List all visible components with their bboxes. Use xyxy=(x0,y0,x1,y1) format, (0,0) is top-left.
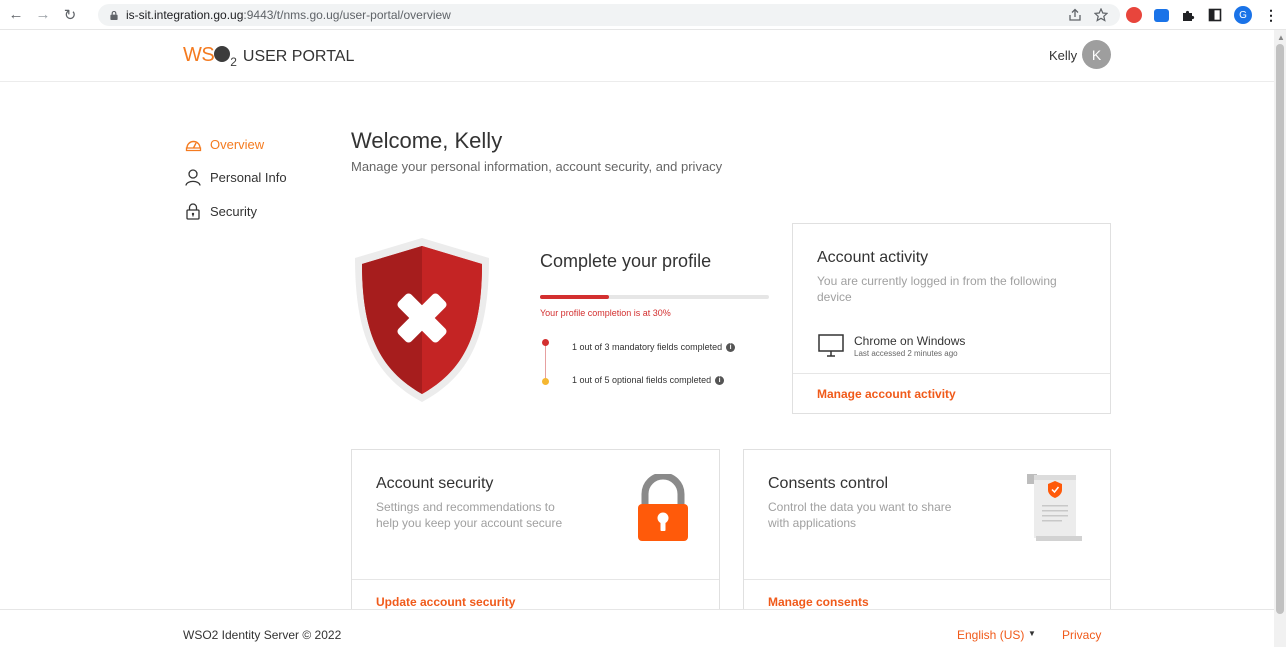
lock-icon xyxy=(110,10,118,20)
profile-completion-text: Your profile completion is at 30% xyxy=(540,308,671,318)
scroll-thumb[interactable] xyxy=(1276,44,1284,614)
share-icon[interactable] xyxy=(1068,8,1082,22)
user-avatar[interactable]: K xyxy=(1082,40,1111,69)
sidebar-item-label: Overview xyxy=(210,136,265,152)
shield-error-icon xyxy=(355,238,489,402)
profile-title: Complete your profile xyxy=(540,251,712,271)
app-title: USER PORTAL xyxy=(242,48,355,65)
update-account-security-link[interactable]: Update account security xyxy=(376,595,515,609)
padlock-icon xyxy=(638,474,688,541)
optional-fields-status: 1 out of 5 optional fields completed i xyxy=(572,375,725,385)
logo-wso: WS xyxy=(183,44,215,66)
app-header: WS 2 USER PORTAL Kelly K xyxy=(0,30,1274,82)
device-name: Chrome on Windows xyxy=(854,334,966,348)
account-activity-card: Account activity You are currently logge… xyxy=(792,223,1111,414)
card-divider xyxy=(352,579,719,580)
bookmark-star-icon[interactable] xyxy=(1094,8,1108,22)
caret-down-icon[interactable]: ▼ xyxy=(1028,629,1036,638)
account-security-card: Account security Settings and recommenda… xyxy=(351,449,720,619)
profile-progress-bar xyxy=(540,295,769,299)
profile-avatar[interactable]: G xyxy=(1234,6,1252,24)
last-accessed: Last accessed 2 minutes ago xyxy=(854,349,958,358)
lock-icon xyxy=(184,202,202,220)
card-description: Control the data you want to share with … xyxy=(768,500,952,530)
card-title: Consents control xyxy=(768,475,889,492)
browser-menu-icon[interactable]: ⋮ xyxy=(1264,7,1278,24)
info-icon[interactable]: i xyxy=(726,342,736,352)
card-divider xyxy=(744,579,1110,580)
mandatory-fields-status: 1 out of 3 mandatory fields completed i xyxy=(572,342,736,352)
card-title: Account activity xyxy=(817,249,929,266)
logo-sub: 2 xyxy=(230,55,237,69)
user-name[interactable]: Kelly xyxy=(1049,48,1077,63)
extensions-puzzle-icon[interactable] xyxy=(1181,8,1196,23)
card-divider xyxy=(793,373,1110,374)
card-title: Account security xyxy=(376,475,494,492)
card-description: Settings and recommendations to help you… xyxy=(376,500,563,530)
scroll-up-icon[interactable]: ▲ xyxy=(1277,33,1285,42)
card-description: You are currently logged in from the fol… xyxy=(817,274,1057,304)
manage-account-activity-link[interactable]: Manage account activity xyxy=(817,387,956,401)
info-icon[interactable]: i xyxy=(715,375,725,385)
desktop-icon xyxy=(818,334,844,357)
extension-blue-icon[interactable] xyxy=(1154,8,1169,22)
browser-toolbar: ← → ↻ is-sit.integration.go.ug:9443/t/nm… xyxy=(0,0,1286,30)
url-host: is-sit.integration.go.ug xyxy=(126,8,244,22)
reload-icon[interactable]: ↻ xyxy=(59,4,81,26)
sidebar-item-security[interactable]: Security xyxy=(184,202,257,220)
page-subtitle: Manage your personal information, accoun… xyxy=(351,159,723,174)
sidebar-item-label: Personal Info xyxy=(210,169,287,185)
optional-fields-text: 1 out of 5 optional fields completed xyxy=(572,375,712,385)
step-connector xyxy=(545,345,546,379)
sidebar-item-overview[interactable]: Overview xyxy=(184,135,264,153)
profile-progress-fill xyxy=(540,295,609,299)
footer-copyright: WSO2 Identity Server © 2022 xyxy=(183,628,342,642)
page-footer: WSO2 Identity Server © 2022 English (US)… xyxy=(0,609,1274,647)
person-icon xyxy=(184,168,202,186)
language-selector[interactable]: English (US) xyxy=(957,628,1024,642)
page-title: Welcome, Kelly xyxy=(351,128,503,153)
logo-o-icon xyxy=(214,46,231,62)
wso2-logo[interactable]: WS 2 USER PORTAL xyxy=(183,44,355,69)
back-icon[interactable]: ← xyxy=(5,4,27,26)
dashboard-icon xyxy=(184,135,202,153)
privacy-link[interactable]: Privacy xyxy=(1062,628,1101,642)
sidebar-item-label: Security xyxy=(210,203,257,219)
consent-document-icon xyxy=(1027,474,1082,541)
mandatory-fields-text: 1 out of 3 mandatory fields completed xyxy=(572,342,723,352)
sidebar-item-personal-info[interactable]: Personal Info xyxy=(184,168,287,186)
manage-consents-link[interactable]: Manage consents xyxy=(768,595,869,609)
page-scrollbar[interactable]: ▲ xyxy=(1274,30,1286,647)
side-panel-icon[interactable] xyxy=(1208,8,1222,22)
mandatory-dot xyxy=(542,339,549,346)
forward-icon[interactable]: → xyxy=(32,4,54,26)
url-path: :9443/t/nms.go.ug/user-portal/overview xyxy=(243,8,451,22)
address-bar[interactable]: is-sit.integration.go.ug:9443/t/nms.go.u… xyxy=(98,4,1120,26)
optional-dot xyxy=(542,378,549,385)
consents-control-card: Consents control Control the data you wa… xyxy=(743,449,1111,619)
extension-red-icon[interactable] xyxy=(1126,7,1142,23)
